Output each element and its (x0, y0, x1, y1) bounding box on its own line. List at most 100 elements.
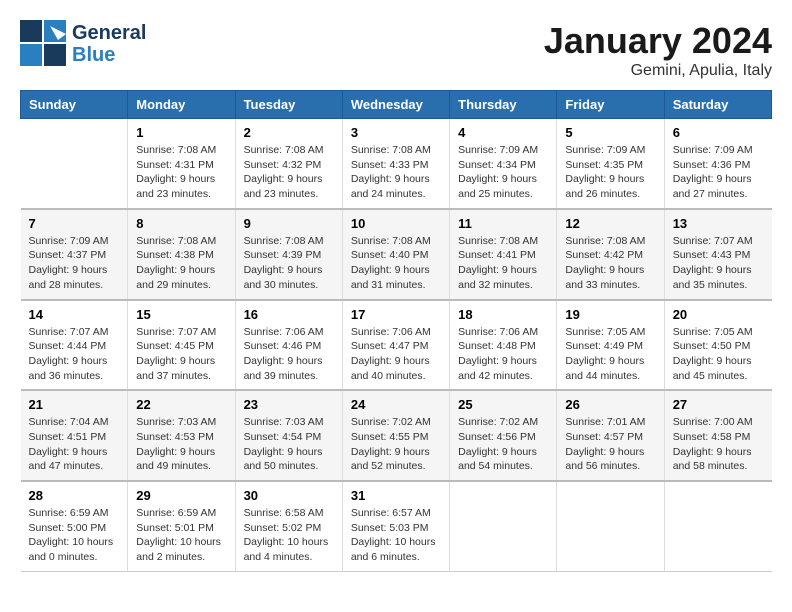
calendar-cell: 17Sunrise: 7:06 AM Sunset: 4:47 PM Dayli… (342, 300, 449, 391)
header-thursday: Thursday (450, 91, 557, 119)
day-info: Sunrise: 7:09 AM Sunset: 4:34 PM Dayligh… (458, 143, 548, 202)
day-number: 11 (458, 216, 548, 231)
day-number: 29 (136, 488, 226, 503)
day-info: Sunrise: 7:07 AM Sunset: 4:45 PM Dayligh… (136, 325, 226, 384)
calendar-table: SundayMondayTuesdayWednesdayThursdayFrid… (20, 90, 772, 572)
day-info: Sunrise: 7:08 AM Sunset: 4:41 PM Dayligh… (458, 234, 548, 293)
calendar-cell: 9 Sunrise: 7:08 AM Sunset: 4:39 PM Daylig… (235, 209, 342, 300)
day-number: 7 (29, 216, 120, 231)
day-info: Sunrise: 7:08 AM Sunset: 4:32 PM Dayligh… (244, 143, 334, 202)
calendar-cell: 8 Sunrise: 7:08 AM Sunset: 4:38 PM Daylig… (128, 209, 235, 300)
logo-icon (20, 20, 68, 68)
day-number: 8 (136, 216, 226, 231)
calendar-cell: 2 Sunrise: 7:08 AM Sunset: 4:32 PM Daylig… (235, 119, 342, 209)
day-info: Sunrise: 6:57 AM Sunset: 5:03 PM Dayligh… (351, 506, 441, 565)
calendar-header: SundayMondayTuesdayWednesdayThursdayFrid… (21, 91, 772, 119)
day-info: Sunrise: 7:05 AM Sunset: 4:50 PM Dayligh… (673, 325, 764, 384)
day-number: 23 (244, 397, 334, 412)
calendar-cell: 26 Sunrise: 7:01 AM Sunset: 4:57 PM Dayli… (557, 390, 664, 481)
day-info: Sunrise: 7:07 AM Sunset: 4:43 PM Dayligh… (673, 234, 764, 293)
calendar-cell: 20 Sunrise: 7:05 AM Sunset: 4:50 PM Dayli… (664, 300, 771, 391)
calendar-cell: 30 Sunrise: 6:58 AM Sunset: 5:02 PM Dayli… (235, 481, 342, 571)
calendar-cell: 11 Sunrise: 7:08 AM Sunset: 4:41 PM Dayli… (450, 209, 557, 300)
day-info: Sunrise: 7:00 AM Sunset: 4:58 PM Dayligh… (673, 415, 764, 474)
calendar-cell (450, 481, 557, 571)
day-info: Sunrise: 7:08 AM Sunset: 4:31 PM Dayligh… (136, 143, 226, 202)
month-title: January 2024 (544, 20, 772, 62)
day-number: 5 (565, 125, 655, 140)
day-info: Sunrise: 7:08 AM Sunset: 4:42 PM Dayligh… (565, 234, 655, 293)
day-number: 21 (29, 397, 120, 412)
calendar-cell: 13 Sunrise: 7:07 AM Sunset: 4:43 PM Dayli… (664, 209, 771, 300)
header-sunday: Sunday (21, 91, 128, 119)
day-number: 24 (351, 397, 441, 412)
calendar-cell: 15 Sunrise: 7:07 AM Sunset: 4:45 PM Dayli… (128, 300, 235, 391)
day-number: 20 (673, 307, 764, 322)
day-info: Sunrise: 7:09 AM Sunset: 4:35 PM Dayligh… (565, 143, 655, 202)
day-number: 15 (136, 307, 226, 322)
day-info: Sunrise: 6:59 AM Sunset: 5:00 PM Dayligh… (29, 506, 120, 565)
day-number: 9 (244, 216, 334, 231)
day-number: 12 (565, 216, 655, 231)
day-number: 25 (458, 397, 548, 412)
day-info: Sunrise: 7:08 AM Sunset: 4:39 PM Dayligh… (244, 234, 334, 293)
week-row-2: 7 Sunrise: 7:09 AM Sunset: 4:37 PM Daylig… (21, 209, 772, 300)
day-info: Sunrise: 7:08 AM Sunset: 4:38 PM Dayligh… (136, 234, 226, 293)
calendar-cell (664, 481, 771, 571)
week-row-5: 28Sunrise: 6:59 AM Sunset: 5:00 PM Dayli… (21, 481, 772, 571)
logo: General Blue (20, 20, 146, 68)
calendar-cell: 31 Sunrise: 6:57 AM Sunset: 5:03 PM Dayli… (342, 481, 449, 571)
day-info: Sunrise: 7:06 AM Sunset: 4:48 PM Dayligh… (458, 325, 548, 384)
calendar-cell: 5 Sunrise: 7:09 AM Sunset: 4:35 PM Daylig… (557, 119, 664, 209)
calendar-cell: 22 Sunrise: 7:03 AM Sunset: 4:53 PM Dayli… (128, 390, 235, 481)
logo-text-line2: Blue (72, 44, 146, 66)
day-info: Sunrise: 6:58 AM Sunset: 5:02 PM Dayligh… (244, 506, 334, 565)
calendar-cell: 7 Sunrise: 7:09 AM Sunset: 4:37 PM Daylig… (21, 209, 128, 300)
day-info: Sunrise: 7:01 AM Sunset: 4:57 PM Dayligh… (565, 415, 655, 474)
day-number: 14 (29, 307, 120, 322)
day-number: 13 (673, 216, 764, 231)
calendar-cell: 21Sunrise: 7:04 AM Sunset: 4:51 PM Dayli… (21, 390, 128, 481)
day-info: Sunrise: 7:03 AM Sunset: 4:54 PM Dayligh… (244, 415, 334, 474)
day-number: 30 (244, 488, 334, 503)
header-tuesday: Tuesday (235, 91, 342, 119)
day-info: Sunrise: 7:03 AM Sunset: 4:53 PM Dayligh… (136, 415, 226, 474)
week-row-3: 14 Sunrise: 7:07 AM Sunset: 4:44 PM Dayli… (21, 300, 772, 391)
calendar-cell: 23 Sunrise: 7:03 AM Sunset: 4:54 PM Dayli… (235, 390, 342, 481)
calendar-cell: 3 Sunrise: 7:08 AM Sunset: 4:33 PM Daylig… (342, 119, 449, 209)
calendar-cell: 19Sunrise: 7:05 AM Sunset: 4:49 PM Dayli… (557, 300, 664, 391)
calendar-cell: 18Sunrise: 7:06 AM Sunset: 4:48 PM Dayli… (450, 300, 557, 391)
day-number: 31 (351, 488, 441, 503)
week-row-1: 1 Sunrise: 7:08 AM Sunset: 4:31 PM Daylig… (21, 119, 772, 209)
calendar-cell: 12 Sunrise: 7:08 AM Sunset: 4:42 PM Dayli… (557, 209, 664, 300)
calendar-cell: 16 Sunrise: 7:06 AM Sunset: 4:46 PM Dayli… (235, 300, 342, 391)
header-wednesday: Wednesday (342, 91, 449, 119)
day-info: Sunrise: 7:07 AM Sunset: 4:44 PM Dayligh… (29, 325, 120, 384)
calendar-cell: 29Sunrise: 6:59 AM Sunset: 5:01 PM Dayli… (128, 481, 235, 571)
day-number: 10 (351, 216, 441, 231)
week-row-4: 21Sunrise: 7:04 AM Sunset: 4:51 PM Dayli… (21, 390, 772, 481)
day-info: Sunrise: 7:02 AM Sunset: 4:56 PM Dayligh… (458, 415, 548, 474)
day-info: Sunrise: 7:09 AM Sunset: 4:36 PM Dayligh… (673, 143, 764, 202)
day-number: 2 (244, 125, 334, 140)
day-number: 4 (458, 125, 548, 140)
calendar-cell: 14 Sunrise: 7:07 AM Sunset: 4:44 PM Dayli… (21, 300, 128, 391)
day-number: 22 (136, 397, 226, 412)
day-number: 27 (673, 397, 764, 412)
day-number: 19 (565, 307, 655, 322)
location: Gemini, Apulia, Italy (544, 62, 772, 80)
day-number: 16 (244, 307, 334, 322)
calendar-cell: 24 Sunrise: 7:02 AM Sunset: 4:55 PM Dayli… (342, 390, 449, 481)
calendar-cell: 10Sunrise: 7:08 AM Sunset: 4:40 PM Dayli… (342, 209, 449, 300)
calendar-cell: 27 Sunrise: 7:00 AM Sunset: 4:58 PM Dayli… (664, 390, 771, 481)
calendar-cell: 4 Sunrise: 7:09 AM Sunset: 4:34 PM Daylig… (450, 119, 557, 209)
day-info: Sunrise: 7:06 AM Sunset: 4:46 PM Dayligh… (244, 325, 334, 384)
day-info: Sunrise: 7:09 AM Sunset: 4:37 PM Dayligh… (29, 234, 120, 293)
day-number: 3 (351, 125, 441, 140)
day-info: Sunrise: 7:02 AM Sunset: 4:55 PM Dayligh… (351, 415, 441, 474)
day-info: Sunrise: 7:08 AM Sunset: 4:33 PM Dayligh… (351, 143, 441, 202)
header-monday: Monday (128, 91, 235, 119)
day-number: 1 (136, 125, 226, 140)
day-number: 26 (565, 397, 655, 412)
title-block: January 2024 Gemini, Apulia, Italy (544, 20, 772, 80)
